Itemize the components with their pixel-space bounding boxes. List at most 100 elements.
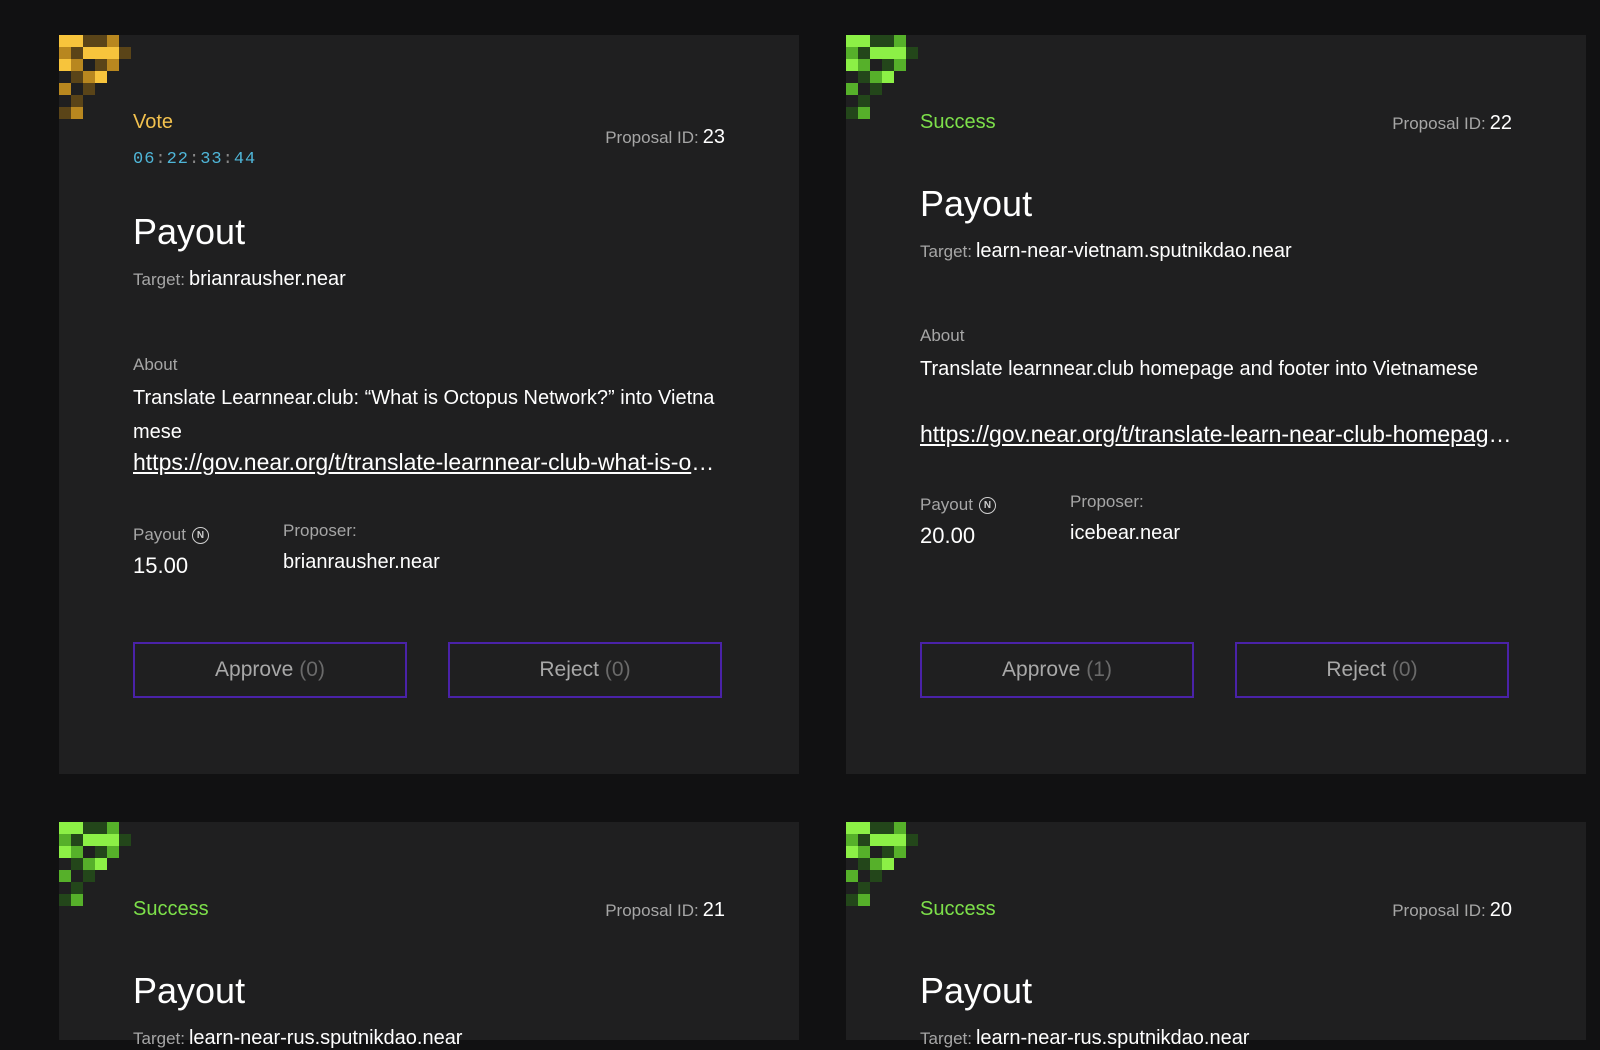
pixel-art-icon [59,822,179,910]
status-label: Success [920,111,996,133]
pixel-block [882,846,894,858]
pixel-block [894,35,906,47]
payout-label: Payout N [133,525,209,545]
approve-button[interactable]: Approve (0) [133,642,407,698]
pixel-block [71,882,83,894]
proposal-target: Target: brianrausher.near [133,268,346,290]
pixel-block [846,59,858,71]
pixel-block [71,107,83,119]
pixel-block [858,47,870,59]
pixel-block [846,47,858,59]
pixel-block [870,822,882,834]
proposal-card: Vote 06:22:33:44 Proposal ID: 23 Payout T… [59,35,799,774]
pixel-block [119,834,131,846]
pixel-art-icon [846,822,966,910]
pixel-block [59,846,71,858]
pixel-block [95,822,107,834]
pixel-block [107,846,119,858]
pixel-block [906,834,918,846]
near-token-icon: N [191,527,209,545]
pixel-block [107,47,119,59]
status-label: Vote [133,111,174,133]
pixel-block [95,846,107,858]
pixel-block [858,894,870,906]
pixel-block [846,834,858,846]
pixel-block [83,834,95,846]
countdown-timer: 06:22:33:44 [133,150,257,169]
approve-button[interactable]: Approve (1) [920,642,1194,698]
pixel-block [882,822,894,834]
reject-button[interactable]: Reject (0) [1235,642,1509,698]
pixel-block [83,71,95,83]
proposer-value: brianrausher.near [283,551,440,573]
pixel-block [83,822,95,834]
proposal-id: Proposal ID: 21 [605,899,725,921]
proposal-target: Target: learn-near-rus.sputnikdao.near [133,1027,463,1049]
proposal-card: Success Proposal ID: 22 Payout Target: lea… [846,35,1586,774]
pixel-block [894,822,906,834]
pixel-block [71,47,83,59]
pixel-block [870,71,882,83]
pixel-block [858,834,870,846]
proposer-label: Proposer: [283,521,357,540]
pixel-block [858,59,870,71]
pixel-block [882,35,894,47]
about-label: About [133,355,178,374]
pixel-block [59,107,71,119]
pixel-block [107,59,119,71]
proposal-title: Payout [920,970,1033,1011]
pixel-block [870,35,882,47]
pixel-block [894,59,906,71]
payout-amount: 20.00 [920,523,976,548]
pixel-block [95,71,107,83]
about-label: About [920,326,965,345]
pixel-block [858,107,870,119]
pixel-block [870,858,882,870]
pixel-block [95,858,107,870]
pixel-block [894,47,906,59]
pixel-block [83,83,95,95]
pixel-block [59,894,71,906]
pixel-block [846,894,858,906]
status-label: Success [133,898,209,920]
pixel-block [906,47,918,59]
pixel-block [858,822,870,834]
pixel-block [882,59,894,71]
pixel-block [858,71,870,83]
pixel-block [870,834,882,846]
about-text: Translate learnnear.club homepage and fo… [920,358,1479,380]
pixel-block [870,47,882,59]
pixel-block [119,47,131,59]
pixel-block [894,846,906,858]
pixel-block [846,870,858,882]
pixel-block [882,71,894,83]
proposal-link[interactable]: https://gov.near.org/t/translate-learn-n… [920,421,1512,448]
pixel-block [71,846,83,858]
about-text: Translate Learnnear.club: “What is Octop… [133,387,715,443]
pixel-block [846,83,858,95]
pixel-block [59,834,71,846]
pixel-block [95,834,107,846]
pixel-block [71,71,83,83]
pixel-block [59,47,71,59]
pixel-block [882,834,894,846]
pixel-block [882,47,894,59]
proposal-title: Payout [920,183,1033,224]
pixel-block [59,870,71,882]
pixel-block [83,47,95,59]
pixel-block [71,95,83,107]
proposal-link[interactable]: https://gov.near.org/t/translate-learnne… [133,449,725,476]
pixel-block [882,858,894,870]
pixel-block [59,83,71,95]
pixel-block [107,35,119,47]
proposal-id: Proposal ID: 20 [1392,899,1512,921]
pixel-block [858,846,870,858]
pixel-block [83,858,95,870]
proposal-id: Proposal ID: 23 [605,126,725,148]
pixel-block [95,35,107,47]
pixel-block [59,59,71,71]
pixel-block [95,59,107,71]
pixel-block [59,35,71,47]
pixel-block [846,35,858,47]
reject-button[interactable]: Reject (0) [448,642,722,698]
